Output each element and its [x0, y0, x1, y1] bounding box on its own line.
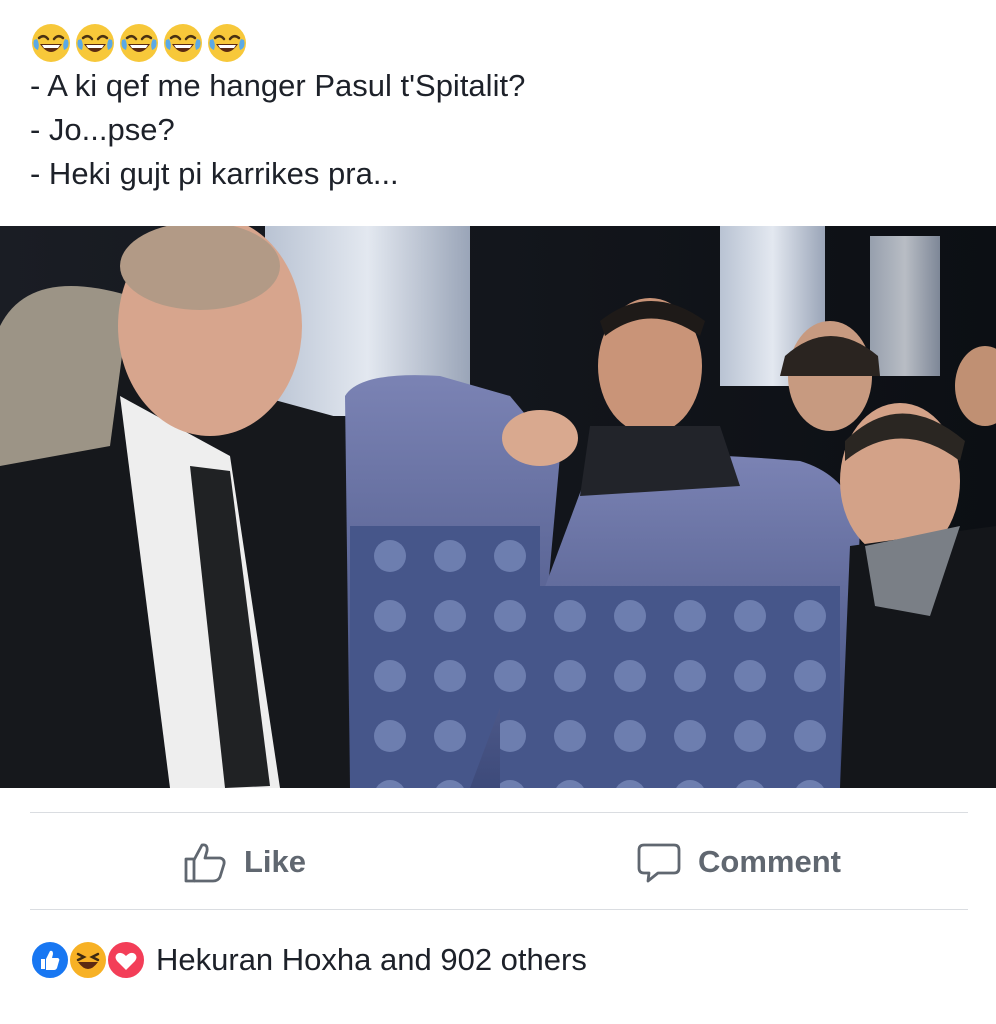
like-label: Like: [244, 844, 307, 879]
reaction-icons: [30, 940, 148, 980]
laughing-emoji-icon: [164, 24, 202, 62]
reaction-summary-text[interactable]: Hekuran Hoxha and 902 others: [156, 942, 587, 978]
divider: [30, 909, 968, 910]
divider: [30, 812, 968, 813]
bus-interior-photo: [0, 226, 996, 788]
action-bar: Like Comment: [0, 815, 996, 909]
laughing-emoji-icon: [120, 24, 158, 62]
like-button[interactable]: Like: [182, 815, 306, 909]
post-photo[interactable]: [0, 226, 996, 788]
post-text-line: - Heki gujt pi karrikes pra...: [30, 156, 399, 191]
like-reaction-icon: [30, 940, 70, 980]
haha-reaction-icon: [68, 940, 108, 980]
post-text-line: - A ki qef me hanger Pasul t'Spitalit?: [30, 68, 526, 103]
post-text: - A ki qef me hanger Pasul t'Spitalit? -…: [30, 22, 970, 196]
laughing-emoji-icon: [208, 24, 246, 62]
comment-label: Comment: [698, 844, 841, 879]
reactions-summary[interactable]: Hekuran Hoxha and 902 others: [30, 938, 587, 982]
laughing-emoji-icon: [76, 24, 114, 62]
laughing-emoji-icon: [32, 24, 70, 62]
emoji-row: [30, 22, 970, 64]
thumbs-up-icon: [184, 843, 226, 883]
love-reaction-icon: [106, 940, 146, 980]
comment-button[interactable]: Comment: [636, 815, 841, 909]
comment-bubble-icon: [637, 843, 681, 883]
post-text-line: - Jo...pse?: [30, 112, 175, 147]
